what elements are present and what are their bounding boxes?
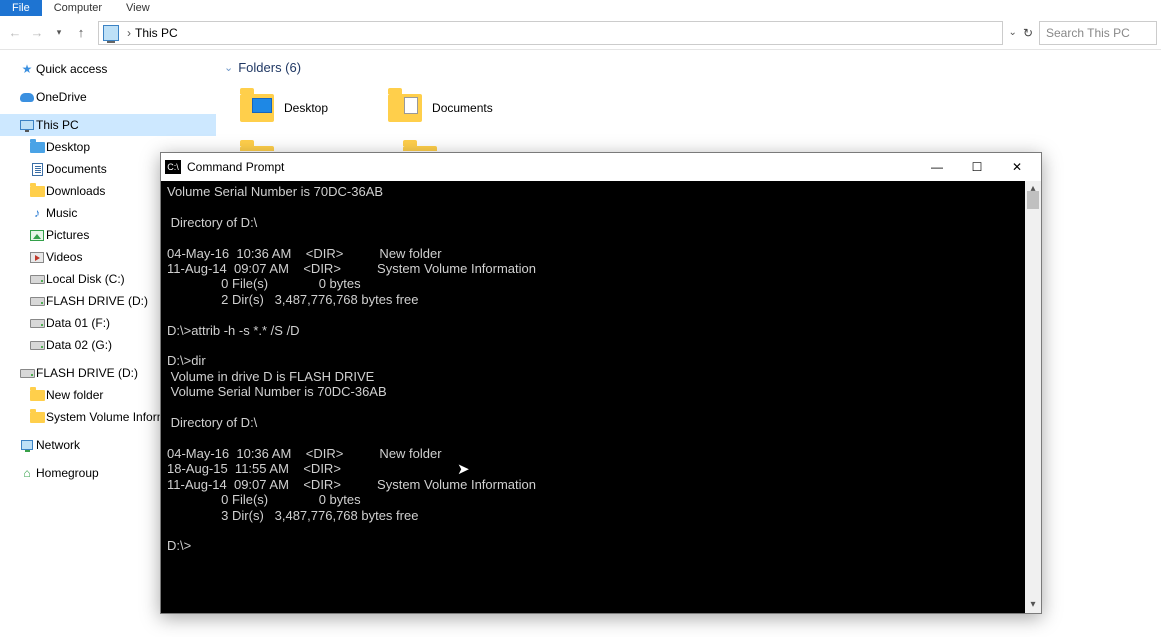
cmd-title-text: Command Prompt — [187, 160, 917, 174]
folder-label: Documents — [432, 101, 493, 115]
menu-bar: File Computer View — [0, 0, 1161, 16]
chevron-right-icon: › — [127, 26, 131, 40]
sidebar-quick-access[interactable]: ★ Quick access — [0, 58, 216, 80]
sidebar-item-label: OneDrive — [36, 90, 87, 104]
close-button[interactable]: ✕ — [997, 153, 1037, 181]
picture-icon — [28, 227, 46, 243]
menu-computer[interactable]: Computer — [42, 0, 114, 16]
folder-icon — [240, 146, 274, 151]
address-history-dropdown[interactable]: ⌄ — [1009, 27, 1017, 38]
nav-recent-dropdown[interactable]: ▾ — [48, 22, 70, 44]
sidebar-item-label: This PC — [36, 118, 79, 132]
folder-icon — [403, 146, 437, 151]
music-icon: ♪ — [28, 205, 46, 221]
sidebar-item-label: Quick access — [36, 62, 107, 76]
sidebar-item-label: Homegroup — [36, 466, 99, 480]
minimize-button[interactable]: — — [917, 153, 957, 181]
search-input[interactable]: Search This PC — [1039, 21, 1157, 45]
sidebar-item-label: FLASH DRIVE (D:) — [36, 366, 138, 380]
sidebar-item-label: Downloads — [46, 184, 105, 198]
cmd-output[interactable]: Volume Serial Number is 70DC-36AB Direct… — [161, 181, 1041, 613]
scroll-thumb[interactable] — [1027, 191, 1039, 209]
folder-icon — [28, 139, 46, 155]
folder-icon — [28, 183, 46, 199]
scroll-down-icon[interactable]: ▾ — [1025, 597, 1041, 613]
cmd-title-bar[interactable]: C:\ Command Prompt — ☐ ✕ — [161, 153, 1041, 181]
drive-icon — [18, 365, 36, 381]
menu-view[interactable]: View — [114, 0, 162, 16]
sidebar-item-label: Network — [36, 438, 80, 452]
sidebar-item-label: FLASH DRIVE (D:) — [46, 294, 148, 308]
sidebar-item-label: Data 01 (F:) — [46, 316, 110, 330]
cmd-icon: C:\ — [165, 160, 181, 174]
folder-icon — [28, 387, 46, 403]
sidebar-item-label: Documents — [46, 162, 107, 176]
nav-forward-button[interactable]: → — [26, 22, 48, 44]
cmd-text: Volume Serial Number is 70DC-36AB Direct… — [167, 184, 536, 553]
star-icon: ★ — [18, 61, 36, 77]
sidebar-item-label: Music — [46, 206, 77, 220]
sidebar-item-label: Data 02 (G:) — [46, 338, 112, 352]
chevron-down-icon: ⌄ — [224, 61, 233, 74]
document-icon — [28, 161, 46, 177]
drive-icon — [28, 315, 46, 331]
monitor-icon — [18, 117, 36, 133]
address-bar[interactable]: › This PC — [98, 21, 1003, 45]
command-prompt-window[interactable]: C:\ Command Prompt — ☐ ✕ Volume Serial N… — [160, 152, 1042, 614]
drive-icon — [28, 337, 46, 353]
nav-back-button[interactable]: ← — [4, 22, 26, 44]
folder-icon — [240, 94, 274, 122]
cloud-icon — [18, 89, 36, 105]
sidebar-item-label: Pictures — [46, 228, 89, 242]
folder-label: Desktop — [284, 101, 328, 115]
sidebar-item-label: New folder — [46, 388, 103, 402]
nav-up-button[interactable]: ↑ — [70, 22, 92, 44]
mouse-cursor-icon: ➤ — [457, 463, 470, 477]
group-label: Folders (6) — [238, 60, 301, 75]
homegroup-icon: ⌂ — [18, 465, 36, 481]
folder-desktop[interactable]: Desktop — [240, 83, 328, 133]
folders-group-header[interactable]: ⌄ Folders (6) — [224, 60, 1161, 75]
address-location: This PC — [135, 26, 178, 40]
sidebar-item-label: Desktop — [46, 140, 90, 154]
sidebar-this-pc[interactable]: This PC — [0, 114, 216, 136]
network-icon — [18, 437, 36, 453]
address-bar-row: ← → ▾ ↑ › This PC ⌄ ↻ Search This PC — [0, 16, 1161, 50]
menu-file[interactable]: File — [0, 0, 42, 16]
sidebar-onedrive[interactable]: OneDrive — [0, 86, 216, 108]
cmd-scrollbar[interactable]: ▴ ▾ — [1025, 181, 1041, 613]
maximize-button[interactable]: ☐ — [957, 153, 997, 181]
sidebar-item-label: Local Disk (C:) — [46, 272, 125, 286]
drive-icon — [28, 293, 46, 309]
video-icon — [28, 249, 46, 265]
folder-documents[interactable]: Documents — [388, 83, 493, 133]
folder-icon — [28, 409, 46, 425]
sidebar-item-label: Videos — [46, 250, 82, 264]
this-pc-icon — [103, 25, 119, 41]
folder-icon — [388, 94, 422, 122]
drive-icon — [28, 271, 46, 287]
folder-downloads-partial[interactable]: Downloads — [240, 135, 343, 151]
folder-music-partial[interactable]: Music — [403, 135, 478, 151]
search-placeholder: Search This PC — [1046, 26, 1130, 40]
refresh-button[interactable]: ↻ — [1023, 26, 1033, 40]
